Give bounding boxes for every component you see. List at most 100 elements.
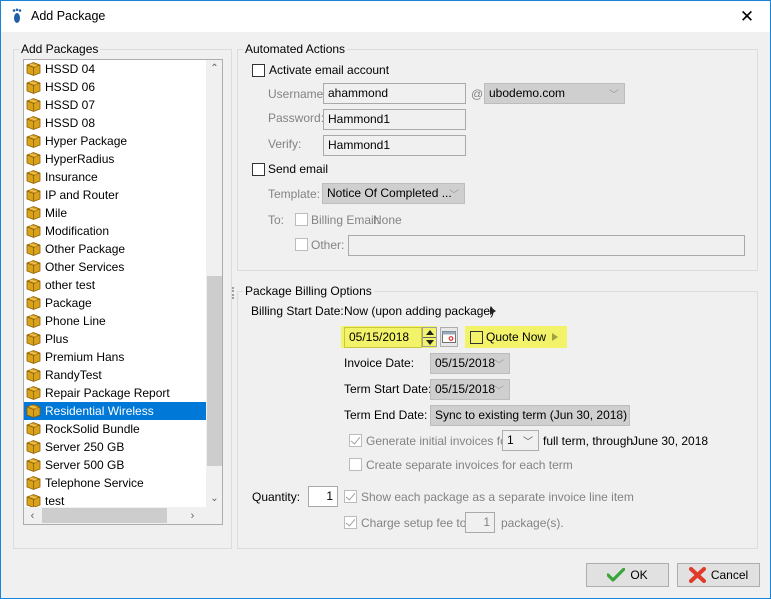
vertical-scrollbar[interactable]: ⌃ ⌄ [206,60,222,507]
term-start-date-label: Term Start Date: [344,382,432,396]
window-title: Add Package [31,9,106,23]
other-email-input[interactable] [348,235,745,256]
to-label: To: [268,213,285,227]
package-list-item[interactable]: Premium Hans [24,348,206,366]
package-list[interactable]: HSSD 04 HSSD 06 HSSD 07 HSSD 08 Hyper Packag… [23,59,223,525]
package-list-item[interactable]: Package [24,294,206,312]
app-footprint-icon [12,8,22,23]
package-list-item[interactable]: RockSolid Bundle [24,420,206,438]
chevron-left-icon: ‹ [30,509,35,522]
expand-arrow-icon[interactable] [490,307,496,315]
quote-expand-arrow-icon[interactable] [552,333,558,341]
package-list-item[interactable]: Mile [24,204,206,222]
separate-invoices-checkbox[interactable] [349,458,362,471]
package-list-item-label: Hyper Package [45,134,128,148]
verify-password-input[interactable]: Hammond1 [323,135,466,156]
close-icon: ✕ [739,6,755,26]
package-box-icon [26,350,41,364]
package-list-item[interactable]: HSSD 06 [24,78,206,96]
password-input[interactable]: Hammond1 [323,109,466,130]
add-package-dialog: Add Package ✕ Add Packages HSSD 04 HSSD 0… [0,0,771,599]
package-list-item[interactable]: Server 250 GB [24,438,206,456]
package-list-item[interactable]: IP and Router [24,186,206,204]
package-list-item[interactable]: HyperRadius [24,150,206,168]
package-list-item[interactable]: other test [24,276,206,294]
quote-now-checkbox[interactable] [470,331,483,344]
package-list-item[interactable]: Insurance [24,168,206,186]
package-list-item[interactable]: Hyper Package [24,132,206,150]
package-box-icon [26,242,41,256]
ok-button[interactable]: OK [586,563,669,587]
spin-up-icon[interactable] [426,330,434,335]
package-list-item-label: Other Services [45,260,125,274]
initial-invoices-count-select[interactable]: 1 ﹀ [502,430,539,451]
package-box-icon [26,368,41,382]
gripper-icon[interactable] [232,287,235,299]
send-email-checkbox[interactable] [252,163,265,176]
chevron-up-icon: ⌃ [210,63,219,74]
package-list-item[interactable]: HSSD 08 [24,114,206,132]
billing-start-date-input[interactable]: 05/15/2018 [344,327,422,348]
invoice-date-label: Invoice Date: [344,356,415,370]
activate-email-checkbox[interactable] [252,64,265,77]
horizontal-scroll-thumb[interactable] [42,508,167,523]
title-bar: Add Package ✕ [1,1,770,32]
package-list-item-label: Modification [45,224,110,238]
activate-email-label: Activate email account [269,63,390,77]
term-start-date-select[interactable]: 05/15/2018 ﹀ [430,379,510,400]
package-list-item[interactable]: Other Package [24,240,206,258]
package-list-item[interactable]: RandyTest [24,366,206,384]
billing-start-date-label: Billing Start Date: [251,304,344,318]
package-list-item[interactable]: HSSD 07 [24,96,206,114]
package-box-icon [26,260,41,274]
quantity-input[interactable]: 1 [308,486,338,507]
package-list-item[interactable]: Modification [24,222,206,240]
close-button[interactable]: ✕ [724,1,770,32]
generate-invoices-checkbox[interactable] [349,434,362,447]
chevron-down-icon: ﹀ [609,90,619,101]
package-list-item[interactable]: Repair Package Report [24,384,206,402]
email-template-select[interactable]: Notice Of Completed ... ﹀ [322,183,465,204]
calendar-button[interactable] [440,327,458,347]
spin-down-icon[interactable] [426,340,434,345]
separate-invoices-label: Create separate invoices for each term [366,458,573,472]
billing-start-date-value[interactable]: Now (upon adding package) [344,304,494,318]
package-box-icon [26,332,41,346]
username-input[interactable]: ahammond [323,83,466,104]
scroll-up-button[interactable]: ⌃ [206,60,222,77]
package-list-item[interactable]: Phone Line [24,312,206,330]
package-list-item[interactable]: Plus [24,330,206,348]
package-list-item[interactable]: Telephone Service [24,474,206,492]
package-list-item[interactable]: HSSD 04 [24,60,206,78]
package-list-item-label: IP and Router [45,188,119,202]
date-spinner[interactable] [422,327,437,347]
package-list-items: HSSD 04 HSSD 06 HSSD 07 HSSD 08 Hyper Packag… [24,60,206,524]
vertical-scroll-thumb[interactable] [207,276,222,466]
package-list-item[interactable]: Server 500 GB [24,456,206,474]
invoice-date-select[interactable]: 05/15/2018 ﹀ [430,353,510,374]
quote-now-label: Quote Now [486,330,547,344]
setup-fee-packages-input[interactable]: 1 [465,512,495,533]
package-list-item[interactable]: Other Services [24,258,206,276]
at-sign: @ [471,87,484,101]
package-box-icon [26,224,41,238]
quantity-label: Quantity: [252,490,301,504]
scroll-left-button[interactable]: ‹ [24,507,41,524]
cancel-button[interactable]: Cancel [677,563,760,587]
scroll-down-button[interactable]: ⌄ [206,490,222,507]
email-domain-select[interactable]: ubodemo.com ﹀ [484,83,625,104]
cancel-label: Cancel [710,568,749,582]
other-email-checkbox[interactable] [295,238,308,251]
show-each-package-checkbox[interactable] [344,490,357,503]
charge-setup-fee-label: Charge setup fee to [361,516,467,530]
horizontal-scrollbar[interactable]: ‹ › [24,507,206,524]
package-list-item[interactable]: Residential Wireless [24,402,206,420]
package-box-icon [26,134,41,148]
charge-setup-fee-checkbox[interactable] [344,516,357,529]
billing-email-checkbox[interactable] [295,213,308,226]
invoice-date-value: 05/15/2018 [435,356,496,370]
term-end-date-select[interactable]: Sync to existing term (Jun 30, 2018) ﹀ [430,405,630,426]
scroll-right-button[interactable]: › [184,507,201,524]
package-box-icon [26,206,41,220]
package-list-item-label: test [45,494,65,508]
